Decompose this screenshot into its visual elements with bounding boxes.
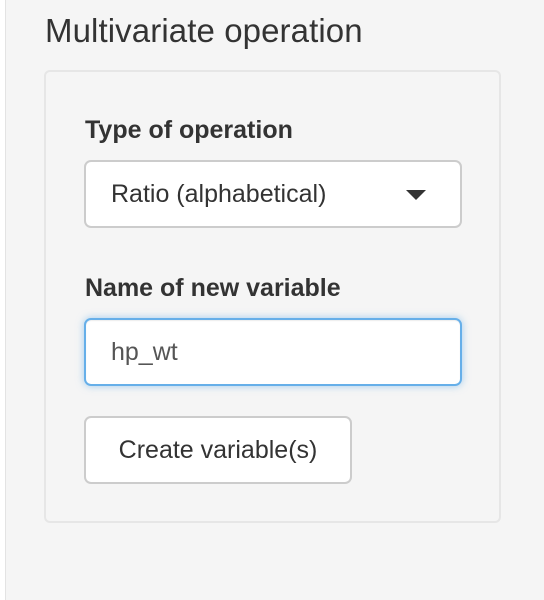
operation-type-select[interactable]: Ratio (alphabetical) [84,160,462,228]
new-variable-name-input[interactable] [84,318,462,386]
operation-type-selected-value: Ratio (alphabetical) [111,180,327,208]
create-variable-button[interactable]: Create variable(s) [84,416,352,484]
section-title: Multivariate operation [45,12,363,49]
caret-down-icon [406,190,426,200]
new-variable-name-label: Name of new variable [85,274,341,302]
operation-type-label: Type of operation [85,116,293,144]
